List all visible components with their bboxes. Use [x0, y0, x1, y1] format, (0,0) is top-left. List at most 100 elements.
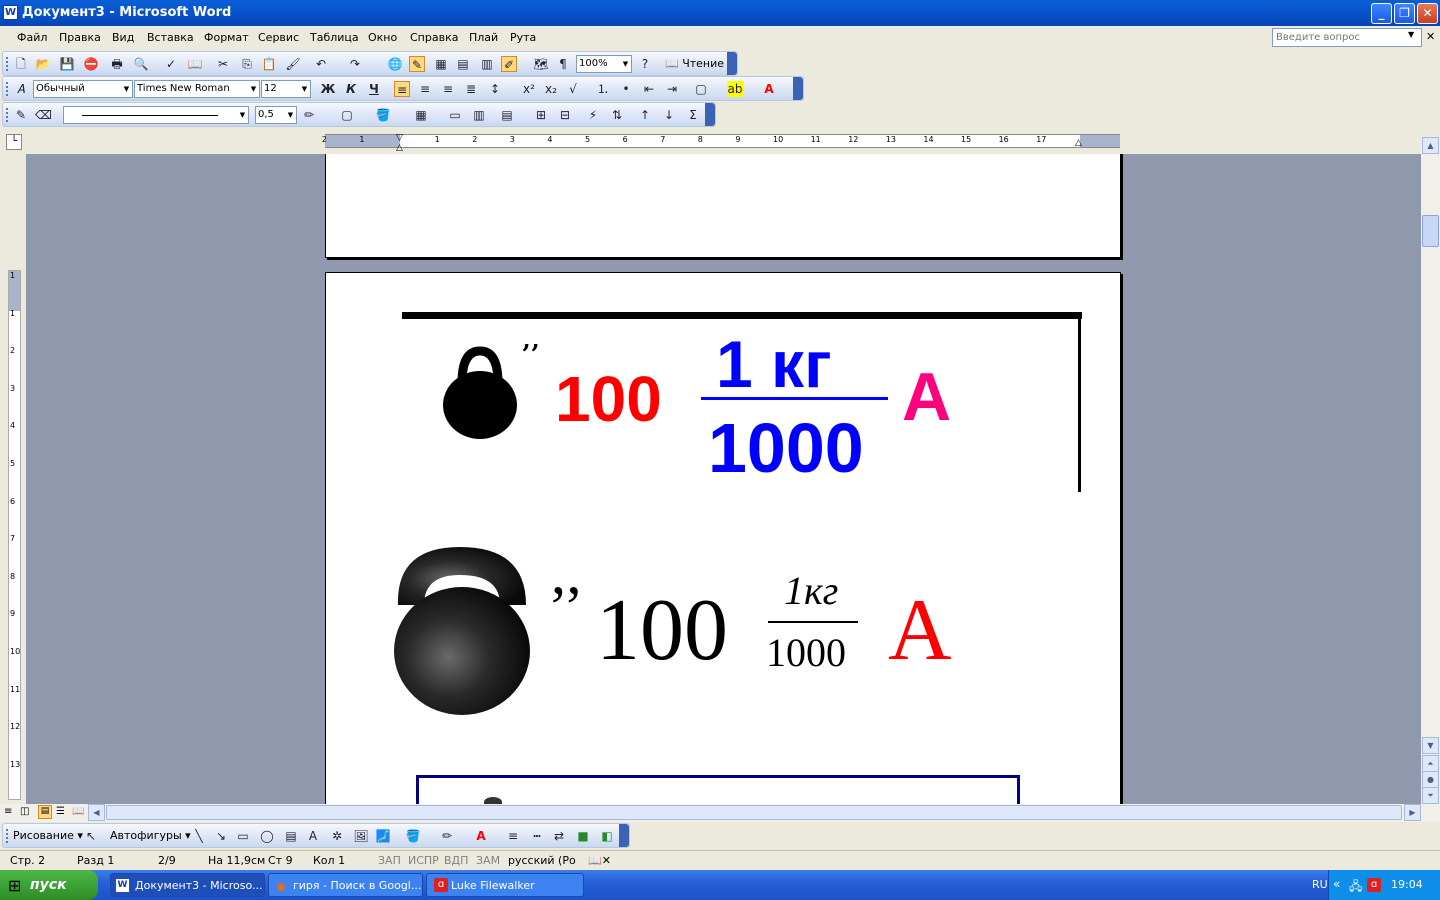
network-icon[interactable]: 🖧 [1349, 877, 1362, 898]
autosum-icon[interactable]: Σ [685, 107, 701, 123]
select-browse-object-icon[interactable]: ● [1422, 771, 1439, 788]
tables-borders-icon[interactable]: ✎ [409, 56, 425, 72]
vertical-scrollbar[interactable]: ▲ ▼ ⏶ ● ⏷ [1421, 137, 1440, 804]
subscript-icon[interactable]: x₂ [543, 81, 559, 97]
status-trk[interactable]: ИСПР [408, 854, 439, 867]
cell-align-icon[interactable]: ▤ [499, 107, 515, 123]
font-combo[interactable]: Times New Roman ▼ [134, 80, 260, 98]
toolbar-grip[interactable] [6, 829, 9, 843]
toolbar-options-icon[interactable] [619, 824, 629, 847]
task-word[interactable]: Документ3 - Microso... [110, 873, 265, 897]
picture-icon[interactable]: 🗾 [375, 828, 391, 844]
decrease-indent-icon[interactable]: ⇤ [641, 81, 657, 97]
next-page-icon[interactable]: ⏷ [1422, 787, 1439, 804]
hscroll-thumb[interactable] [106, 805, 1402, 820]
avira-tray-icon[interactable]: ɑ [1367, 878, 1381, 892]
menu-window[interactable]: Окно [368, 31, 397, 44]
menu-format[interactable]: Формат [204, 31, 249, 44]
clock[interactable]: 19:04 [1391, 878, 1423, 891]
zoom-combo[interactable]: 100% ▼ [576, 55, 632, 73]
spelling-icon[interactable]: ✓ [163, 56, 179, 72]
menu-ruta[interactable]: Рута [510, 31, 536, 44]
menu-file[interactable]: Файл [17, 31, 47, 44]
sort-descending-icon[interactable]: ↓ [661, 107, 677, 123]
spelling-status-icon[interactable]: 📖✕ [588, 854, 611, 867]
toolbar-options-icon[interactable] [705, 103, 715, 126]
align-right-icon[interactable]: ≡ [440, 81, 456, 97]
line-spacing-icon[interactable]: ↕ [487, 81, 503, 97]
outline-view-icon[interactable]: ☰ [56, 806, 65, 817]
font-size-combo[interactable]: 12 ▼ [261, 80, 311, 98]
scroll-thumb[interactable] [1422, 215, 1439, 247]
eraser-icon[interactable]: ⌫ [35, 107, 52, 123]
horizontal-ruler[interactable]: 2 1 1 2 3 4 5 6 7 8 9 10 11 12 13 14 15 16 17 ▽ △ △ [322, 133, 1120, 153]
fill-color-icon[interactable]: 🪣 [405, 828, 421, 844]
task-browser[interactable]: гиря - Поиск в Googl... [268, 873, 423, 897]
sort-ascending-icon[interactable]: ↑ [637, 107, 653, 123]
diagram-icon[interactable]: ✲ [329, 828, 345, 844]
3d-style-icon[interactable]: ◧ [599, 828, 615, 844]
word-app-icon[interactable]: W [3, 5, 18, 20]
status-ext[interactable]: ВДП [444, 854, 468, 867]
borders-icon[interactable]: ▢ [693, 81, 709, 97]
show-hide-icon[interactable]: ¶ [555, 56, 571, 72]
menu-view[interactable]: Вид [112, 31, 134, 44]
autoformat-icon[interactable]: ⚡ [585, 107, 601, 123]
right-indent-marker-icon[interactable]: △ [1075, 138, 1082, 148]
wordart-icon[interactable]: A [305, 828, 321, 844]
merge-cells-icon[interactable]: ▭ [447, 107, 463, 123]
font-color-icon[interactable]: A [761, 81, 777, 97]
border-color-icon[interactable]: ✏ [301, 107, 317, 123]
toolbar-grip[interactable] [6, 57, 9, 71]
copy-icon[interactable]: ⎘ [239, 56, 255, 72]
reading-view-icon[interactable]: 📖 [72, 806, 84, 817]
dash-style-icon[interactable]: ┅ [529, 828, 545, 844]
language-indicator[interactable]: RU [1312, 878, 1328, 891]
print-preview-icon[interactable]: 🔍 [133, 56, 149, 72]
line-style-icon[interactable]: ≡ [505, 828, 521, 844]
menu-help[interactable]: Справка [410, 31, 458, 44]
scroll-down-icon[interactable]: ▼ [1422, 737, 1439, 754]
menu-tools[interactable]: Сервис [258, 31, 299, 44]
distribute-columns-icon[interactable]: ⊟ [557, 107, 573, 123]
scroll-right-icon[interactable]: ▶ [1404, 804, 1421, 821]
research-icon[interactable]: 📖 [187, 56, 203, 72]
document-map-icon[interactable]: 🗺 [533, 56, 549, 72]
paste-icon[interactable]: 📋 [261, 56, 277, 72]
autoshapes-menu-button[interactable]: Автофигуры ▾ [110, 829, 191, 842]
status-language[interactable]: русский (Ро [508, 854, 576, 867]
first-indent-marker-icon[interactable]: ▽ [396, 133, 403, 143]
columns-icon[interactable]: ▥ [479, 56, 495, 72]
highlight-icon[interactable]: ab [727, 81, 743, 97]
menu-insert[interactable]: Вставка [147, 31, 194, 44]
tab-selector-icon[interactable]: └ [6, 134, 22, 150]
italic-button[interactable]: К [343, 81, 359, 97]
justify-icon[interactable]: ≣ [463, 81, 479, 97]
font-color-icon[interactable]: A [473, 828, 489, 844]
permission-icon[interactable]: ⛔ [83, 56, 99, 72]
clipart-icon[interactable]: 🖼 [353, 828, 369, 844]
hyperlink-icon[interactable]: 🌐 [387, 56, 403, 72]
restore-button[interactable]: ❐ [1394, 3, 1415, 24]
toolbar-grip[interactable] [6, 82, 9, 96]
status-ovr[interactable]: ЗАМ [476, 854, 500, 867]
toolbar-options-icon[interactable] [793, 77, 803, 100]
rectangle-icon[interactable]: ▭ [235, 828, 251, 844]
superscript-icon[interactable]: x² [521, 81, 537, 97]
status-rec[interactable]: ЗАП [378, 854, 401, 867]
minimize-button[interactable]: _ [1371, 3, 1392, 24]
menu-edit[interactable]: Правка [59, 31, 101, 44]
scroll-left-icon[interactable]: ◀ [88, 804, 105, 821]
drawing-menu-button[interactable]: Рисование ▾ [13, 829, 83, 842]
style-combo[interactable]: Обычный ▼ [33, 80, 133, 98]
oval-icon[interactable]: ◯ [259, 828, 275, 844]
print-layout-view-icon[interactable]: ▤ [38, 805, 52, 819]
insert-table-icon[interactable]: ▦ [433, 56, 449, 72]
line-style-combo[interactable]: ▼ [63, 106, 249, 124]
read-button[interactable]: 📖 Чтение [665, 57, 724, 70]
line-weight-combo[interactable]: 0,5 ▼ [255, 106, 297, 124]
numbering-icon[interactable]: ⒈ [595, 81, 611, 97]
font-size-dropdown-icon[interactable]: ▼ [299, 81, 310, 97]
select-objects-icon[interactable]: ↖ [83, 828, 99, 844]
text-direction-icon[interactable]: ⇅ [609, 107, 625, 123]
